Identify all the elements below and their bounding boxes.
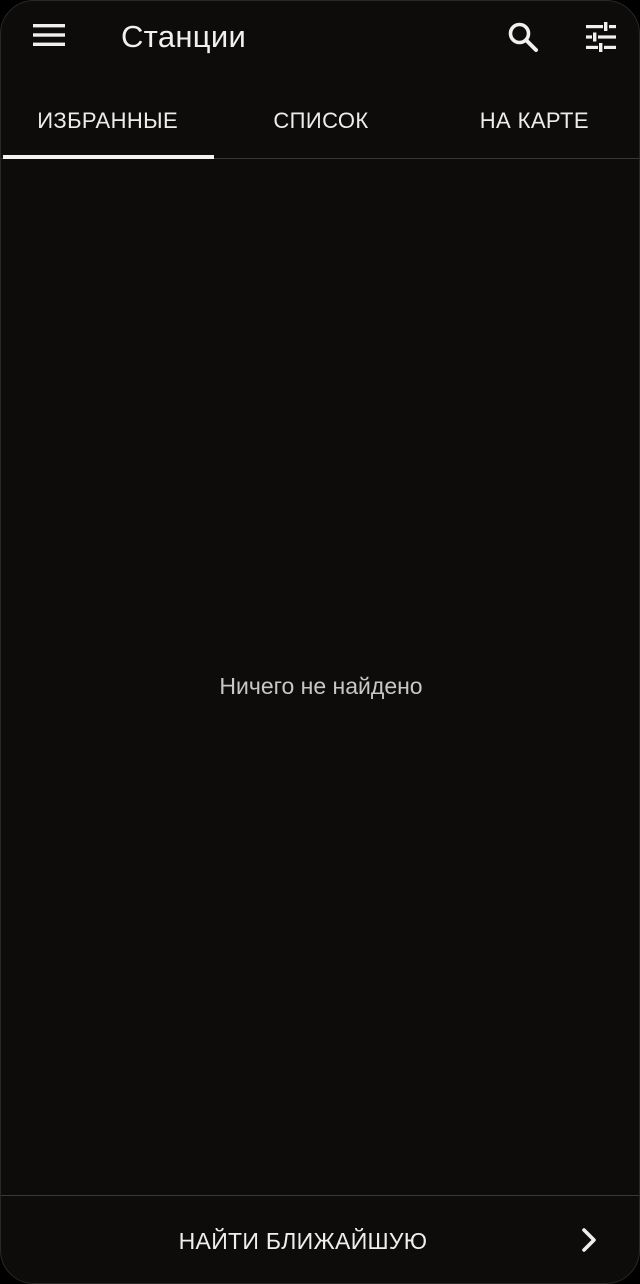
menu-icon	[33, 24, 65, 46]
search-button[interactable]	[499, 13, 547, 61]
tab-label: СПИСОК	[273, 107, 369, 133]
tab-list[interactable]: СПИСОК	[214, 83, 427, 158]
search-icon	[508, 22, 538, 52]
tab-favorites[interactable]: ИЗБРАННЫЕ	[1, 83, 215, 159]
chevron-right-icon	[575, 1226, 603, 1254]
find-nearest-label: НАЙТИ БЛИЖАЙШУЮ	[178, 1228, 428, 1254]
filter-button[interactable]	[577, 13, 625, 61]
find-nearest-button[interactable]: НАЙТИ БЛИЖАЙШУЮ	[1, 1195, 639, 1283]
tab-label: НА КАРТЕ	[479, 107, 589, 133]
tab-label: ИЗБРАННЫЕ	[37, 107, 179, 133]
tab-selected-indicator	[3, 155, 215, 159]
empty-state-text: Ничего не найдено	[219, 673, 423, 699]
app-screen: Станции ИЗБРАННЫЕ СПИСОК НА КАРТЕ Ничего…	[0, 0, 640, 1284]
page-title: Станции	[121, 19, 247, 54]
menu-button[interactable]	[23, 13, 75, 57]
tab-map[interactable]: НА КАРТЕ	[428, 83, 639, 158]
tab-bar: ИЗБРАННЫЕ СПИСОК НА КАРТЕ	[1, 83, 639, 159]
tune-icon	[586, 22, 616, 52]
top-app-bar: Станции	[1, 1, 639, 77]
